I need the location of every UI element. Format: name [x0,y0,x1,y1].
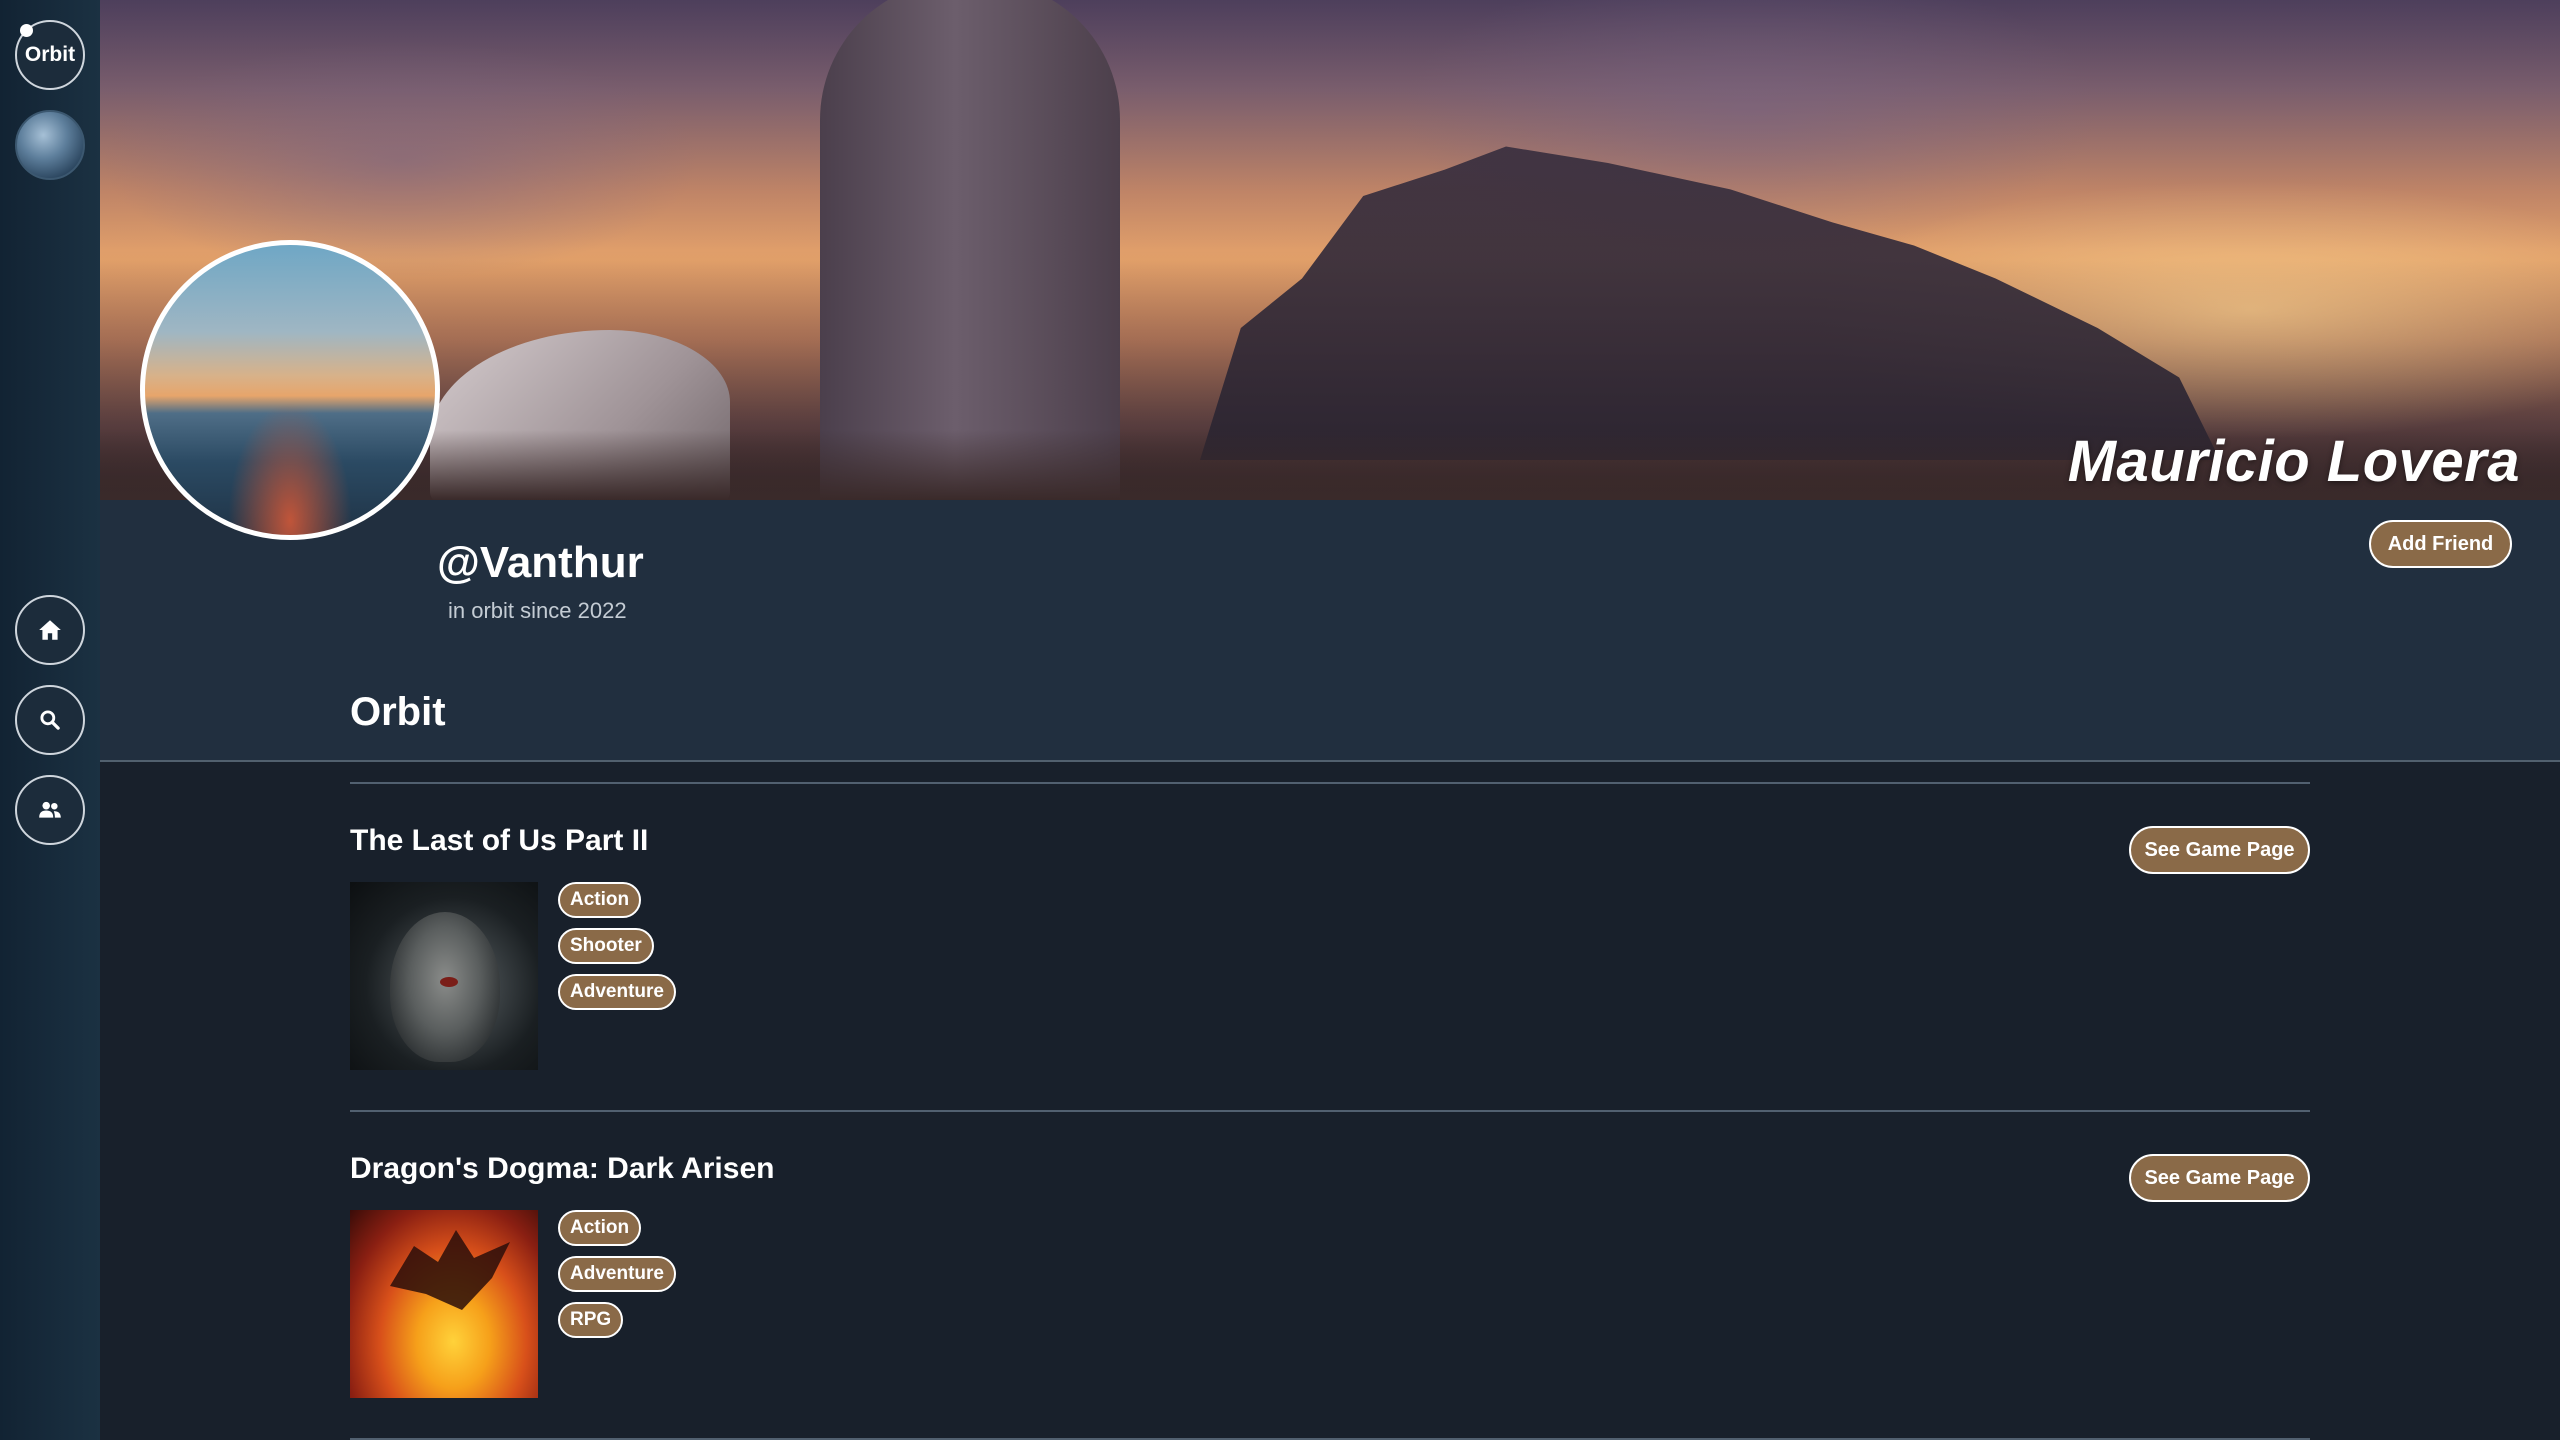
user-avatar-button[interactable] [15,110,85,180]
genre-tag: Action [558,882,642,918]
game-title: Dragon's Dogma: Dark Arisen [350,1152,775,1185]
sidebar: Orbit [0,0,100,1440]
game-title: The Last of Us Part II [350,824,649,857]
sidebar-item-friends[interactable] [15,775,85,845]
game-cover-image [350,1210,538,1398]
genre-tags: Action Adventure RPG [558,1210,676,1338]
member-since: in orbit since 2022 [448,598,627,623]
game-cover-image [350,882,538,1070]
friends-icon [39,801,61,818]
game-item: Dragon's Dogma: Dark Arisen Action Adven… [350,1110,2310,1438]
genre-tag: Adventure [558,974,676,1010]
orbit-logo-button[interactable]: Orbit [15,20,85,90]
see-game-page-button[interactable]: See Game Page [2129,1154,2310,1202]
see-game-page-button[interactable]: See Game Page [2129,826,2310,874]
sidebar-item-home[interactable] [15,595,85,665]
game-list: The Last of Us Part II Action Shooter Ad… [350,782,2310,1440]
genre-tag: Action [558,1210,642,1246]
genre-tags: Action Shooter Adventure [558,882,676,1010]
user-handle: @Vanthur [437,538,644,587]
profile-banner: Mauricio Lovera [100,0,2560,500]
banner-figure [820,0,1120,500]
genre-tag: Adventure [558,1256,676,1292]
genre-tag: Shooter [558,928,654,964]
home-icon [39,620,61,640]
add-friend-button[interactable]: Add Friend [2369,520,2512,568]
profile-avatar [140,240,440,540]
profile-header: @Vanthur in orbit since 2022 Orbit Add F… [100,500,2560,762]
sidebar-item-search[interactable] [15,685,85,755]
logo-dot-icon [20,24,33,37]
genre-tag: RPG [558,1302,624,1338]
game-item: The Last of Us Part II Action Shooter Ad… [350,782,2310,1110]
search-icon [40,710,60,730]
logo-text: Orbit [24,43,76,66]
orbit-section-title: Orbit [350,690,446,734]
display-name: Mauricio Lovera [2067,429,2520,494]
